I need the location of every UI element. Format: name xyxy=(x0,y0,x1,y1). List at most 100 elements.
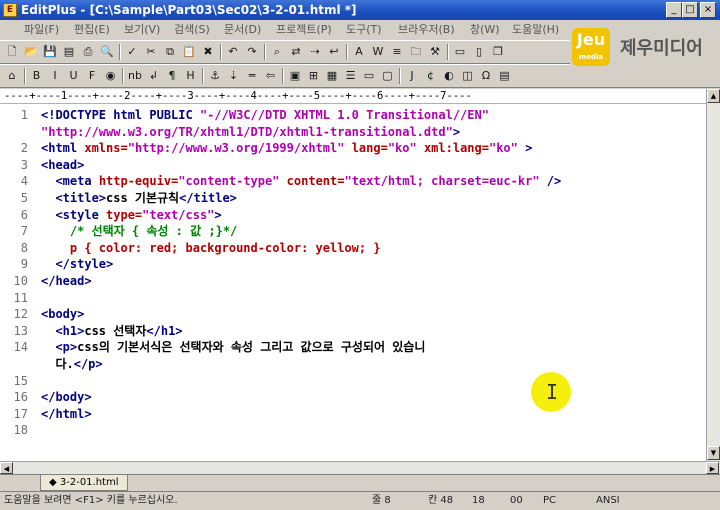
paragraph-icon[interactable]: ¶ xyxy=(164,68,180,84)
code-line[interactable]: </body> xyxy=(41,389,92,405)
tile-h-icon[interactable]: ▭ xyxy=(452,44,468,60)
preview-icon[interactable]: 🔍 xyxy=(99,44,115,60)
quick-html-icon[interactable]: ⌂ xyxy=(4,68,20,84)
scroll-right-arrow-icon[interactable]: ▶ xyxy=(706,462,719,474)
horizontal-scrollbar[interactable]: ◀ ▶ xyxy=(0,461,720,474)
code-line[interactable]: </html> xyxy=(41,406,92,422)
menu-window[interactable]: 창(W) xyxy=(470,20,500,40)
code-line[interactable]: <body> xyxy=(41,306,84,322)
table-wizard-icon[interactable]: ▦ xyxy=(324,68,340,84)
status-line: 줄 8 xyxy=(372,495,391,506)
br-icon[interactable]: ↲ xyxy=(146,68,162,84)
anchor-icon[interactable]: ⚓ xyxy=(207,68,223,84)
code-line[interactable]: <h1>css 선택자</h1> xyxy=(41,323,182,339)
menu-search[interactable]: 검색(S) xyxy=(174,20,210,40)
word-wrap-icon[interactable]: ↩ xyxy=(326,44,342,60)
save-icon[interactable]: 💾 xyxy=(42,44,58,60)
maximize-button[interactable]: □ xyxy=(682,2,698,18)
code-line[interactable]: <head> xyxy=(41,157,84,173)
comment-icon[interactable]: ⇦ xyxy=(263,68,279,84)
toolbar-separator xyxy=(23,68,26,84)
color-icon[interactable]: ◉ xyxy=(103,68,119,84)
editplus-app-icon[interactable]: E xyxy=(3,3,17,17)
code-line[interactable]: </head> xyxy=(41,273,92,289)
user-tool-icon[interactable]: ⚒ xyxy=(427,44,443,60)
input-icon[interactable]: ▭ xyxy=(361,68,377,84)
script-icon[interactable]: J xyxy=(404,68,420,84)
code-token: "-//W3C//DTD XHTML 1.0 Transitional//EN" xyxy=(199,108,489,122)
code-line[interactable]: <meta http-equiv="content-type" content=… xyxy=(41,173,561,189)
menu-edit[interactable]: 편집(E) xyxy=(74,20,110,40)
toolbar-separator xyxy=(399,68,401,84)
delete-icon[interactable]: ✖ xyxy=(200,44,216,60)
textarea-icon[interactable]: ▢ xyxy=(380,68,396,84)
find-icon[interactable]: ⌕ xyxy=(269,44,285,60)
directory-icon[interactable]: 🗀 xyxy=(408,44,424,60)
code-line[interactable]: /* 선택자 { 속성 : 값 ;}*/ xyxy=(41,223,237,239)
code-line[interactable]: <style type="text/css"> xyxy=(41,207,221,223)
menu-view[interactable]: 보기(V) xyxy=(124,20,160,40)
italic-icon[interactable]: I xyxy=(47,68,63,84)
spell-check-icon[interactable]: ✓ xyxy=(124,44,140,60)
menu-help[interactable]: 도움말(H) xyxy=(512,20,559,40)
image-icon[interactable]: ▣ xyxy=(287,68,303,84)
font-tag-icon[interactable]: F xyxy=(84,68,100,84)
line-number: 16 xyxy=(13,390,28,405)
paste-icon[interactable]: 📋 xyxy=(181,44,197,60)
menu-tools[interactable]: 도구(T) xyxy=(346,20,382,40)
code-line[interactable]: </style> xyxy=(41,256,113,272)
html-preview-icon[interactable]: ▤ xyxy=(497,68,513,84)
heading-icon[interactable]: H xyxy=(183,68,199,84)
new-file-icon[interactable]: 🗋 xyxy=(4,44,20,60)
code-line[interactable]: <!DOCTYPE html PUBLIC "-//W3C//DTD XHTML… xyxy=(41,107,489,123)
menu-browser[interactable]: 브라우저(B) xyxy=(398,20,455,40)
undo-icon[interactable]: ↶ xyxy=(225,44,241,60)
open-icon[interactable]: 📂 xyxy=(23,44,39,60)
menu-file[interactable]: 파일(F) xyxy=(24,20,59,40)
hr-icon[interactable]: ═ xyxy=(244,68,260,84)
redo-icon[interactable]: ↷ xyxy=(244,44,260,60)
cascade-icon[interactable]: ❐ xyxy=(490,44,506,60)
vertical-scrollbar[interactable]: ▲ ▼ xyxy=(706,89,720,461)
menu-project[interactable]: 프로젝트(P) xyxy=(276,20,332,40)
nbsp-icon[interactable]: nb xyxy=(127,68,143,84)
scroll-left-arrow-icon[interactable]: ◀ xyxy=(0,462,13,474)
close-button[interactable]: × xyxy=(700,2,716,18)
code-token: </body> xyxy=(41,390,92,405)
scroll-up-arrow-icon[interactable]: ▲ xyxy=(707,89,720,103)
code-line[interactable]: 다.</p> xyxy=(41,356,102,372)
replace-icon[interactable]: ⇄ xyxy=(288,44,304,60)
browser-icon[interactable]: W xyxy=(370,44,386,60)
print-icon[interactable]: ⎙ xyxy=(80,44,96,60)
menu-document[interactable]: 문서(D) xyxy=(224,20,261,40)
code-line[interactable]: p { color: red; background-color: yellow… xyxy=(41,240,381,256)
color-picker-icon[interactable]: ◐ xyxy=(441,68,457,84)
minimize-button[interactable]: _ xyxy=(666,2,682,18)
table-icon[interactable]: ⊞ xyxy=(306,68,322,84)
code-line[interactable]: "http://www.w3.org/TR/xhtml1/DTD/xhtml1-… xyxy=(41,124,460,140)
code-editor[interactable]: 1 2 3 4 5 6 7 8 9 10 11 12 13 14 15 16 17 18 <!DOCTYPE ht… xyxy=(0,104,706,461)
line-number: 15 xyxy=(13,373,28,388)
underline-icon[interactable]: U xyxy=(66,68,82,84)
tile-v-icon[interactable]: ▯ xyxy=(471,44,487,60)
char-icon[interactable]: Ω xyxy=(478,68,494,84)
code-line[interactable]: <html xmlns="http://www.w3.org/1999/xhtm… xyxy=(41,140,532,156)
link-icon[interactable]: ⇣ xyxy=(226,68,242,84)
code-token: css 선택자 xyxy=(84,323,147,338)
object-icon[interactable]: ◫ xyxy=(460,68,476,84)
goto-icon[interactable]: ⇢ xyxy=(307,44,323,60)
bold-icon[interactable]: B xyxy=(29,68,45,84)
cut-icon[interactable]: ✂ xyxy=(143,44,159,60)
cliptext-icon[interactable]: ≡ xyxy=(389,44,405,60)
font-icon[interactable]: A xyxy=(351,44,367,60)
scroll-down-arrow-icon[interactable]: ▼ xyxy=(707,446,720,460)
line-number: 3 xyxy=(20,157,28,172)
status-file-format: PC xyxy=(543,495,557,506)
code-line[interactable]: <title>css 기본규칙</title> xyxy=(41,190,236,206)
form-icon[interactable]: ☰ xyxy=(343,68,359,84)
style-icon[interactable]: ¢ xyxy=(423,68,439,84)
copy-icon[interactable]: ⧉ xyxy=(162,44,178,60)
code-line[interactable]: <p>css의 기본서식은 선택자와 속성 그리고 값으로 구성되어 있습니 xyxy=(41,339,425,355)
file-tab[interactable]: ◆ 3-2-01.html xyxy=(40,475,128,491)
save-all-icon[interactable]: ▤ xyxy=(61,44,77,60)
